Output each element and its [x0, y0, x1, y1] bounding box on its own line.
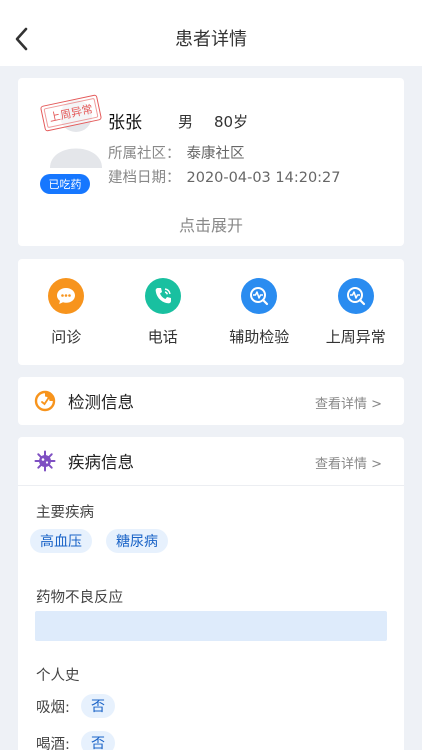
created-date-row: 建档日期： 2020-04-03 14:20:27	[108, 166, 341, 187]
action-label: 问诊	[51, 328, 82, 346]
community-row: 所属社区： 泰康社区	[108, 142, 245, 163]
adverse-reaction-field	[35, 611, 387, 641]
created-label: 建档日期：	[108, 170, 181, 186]
disease-tag: 糖尿病	[106, 529, 168, 553]
smoking-value: 否	[81, 694, 115, 718]
action-last-week-abnormal[interactable]: 上周异常	[308, 259, 405, 365]
pulse-search-icon	[241, 278, 278, 314]
back-button[interactable]	[8, 25, 36, 53]
personal-history-label: 个人史	[36, 668, 80, 684]
patient-name: 张张	[108, 113, 142, 133]
action-label: 辅助检验	[229, 328, 290, 346]
medication-badge: 已吃药	[40, 174, 90, 194]
chevron-left-icon	[15, 27, 28, 51]
monitor-view-details-link[interactable]: 查看详情 >	[315, 393, 382, 412]
drinking-value: 否	[81, 731, 115, 750]
virus-icon	[34, 450, 56, 472]
main-disease-label: 主要疾病	[36, 505, 94, 521]
patient-gender: 男	[178, 113, 194, 131]
action-bar: 问诊 电话 辅助检验 上周异常	[18, 259, 404, 365]
avatar-area: 上周异常 已吃药	[39, 90, 112, 194]
phone-icon	[144, 278, 181, 314]
monitor-header: 检测信息 查看详情 >	[18, 377, 404, 425]
community-value: 泰康社区	[186, 146, 245, 162]
page-title: 患者详情	[175, 29, 247, 50]
chat-icon	[48, 278, 85, 314]
expand-button[interactable]: 点击展开	[18, 212, 404, 236]
monitor-section[interactable]: 检测信息 查看详情 >	[18, 377, 404, 425]
disease-title: 疾病信息	[68, 453, 134, 472]
disease-tag: 高血压	[30, 529, 92, 553]
patient-card: 上周异常 已吃药 张张 男 80岁 所属社区： 泰康社区 建档日期： 2020-04…	[18, 78, 404, 246]
community-label: 所属社区：	[108, 146, 181, 162]
action-consult[interactable]: 问诊	[18, 259, 115, 365]
created-value: 2020-04-03 14:20:27	[186, 170, 341, 186]
action-label: 电话	[147, 328, 178, 346]
action-lab-test[interactable]: 辅助检验	[211, 259, 308, 365]
drinking-label: 喝酒:	[36, 737, 70, 750]
action-phone[interactable]: 电话	[115, 259, 212, 365]
action-label: 上周异常	[325, 328, 386, 346]
nav-bar: 患者详情	[0, 0, 422, 66]
monitor-title: 检测信息	[68, 393, 134, 412]
divider	[18, 485, 404, 486]
smoking-label: 吸烟:	[36, 700, 70, 716]
disease-header: 疾病信息 查看详情 >	[18, 437, 404, 485]
disease-view-details-link[interactable]: 查看详情 >	[315, 453, 382, 472]
gauge-icon	[34, 390, 56, 412]
disease-section: 疾病信息 查看详情 > 主要疾病 高血压 糖尿病 药物不良反应 个人史 吸烟: …	[18, 437, 404, 750]
patient-age: 80岁	[214, 113, 249, 131]
adverse-reaction-label: 药物不良反应	[36, 590, 123, 606]
pulse-search-icon	[337, 278, 374, 314]
